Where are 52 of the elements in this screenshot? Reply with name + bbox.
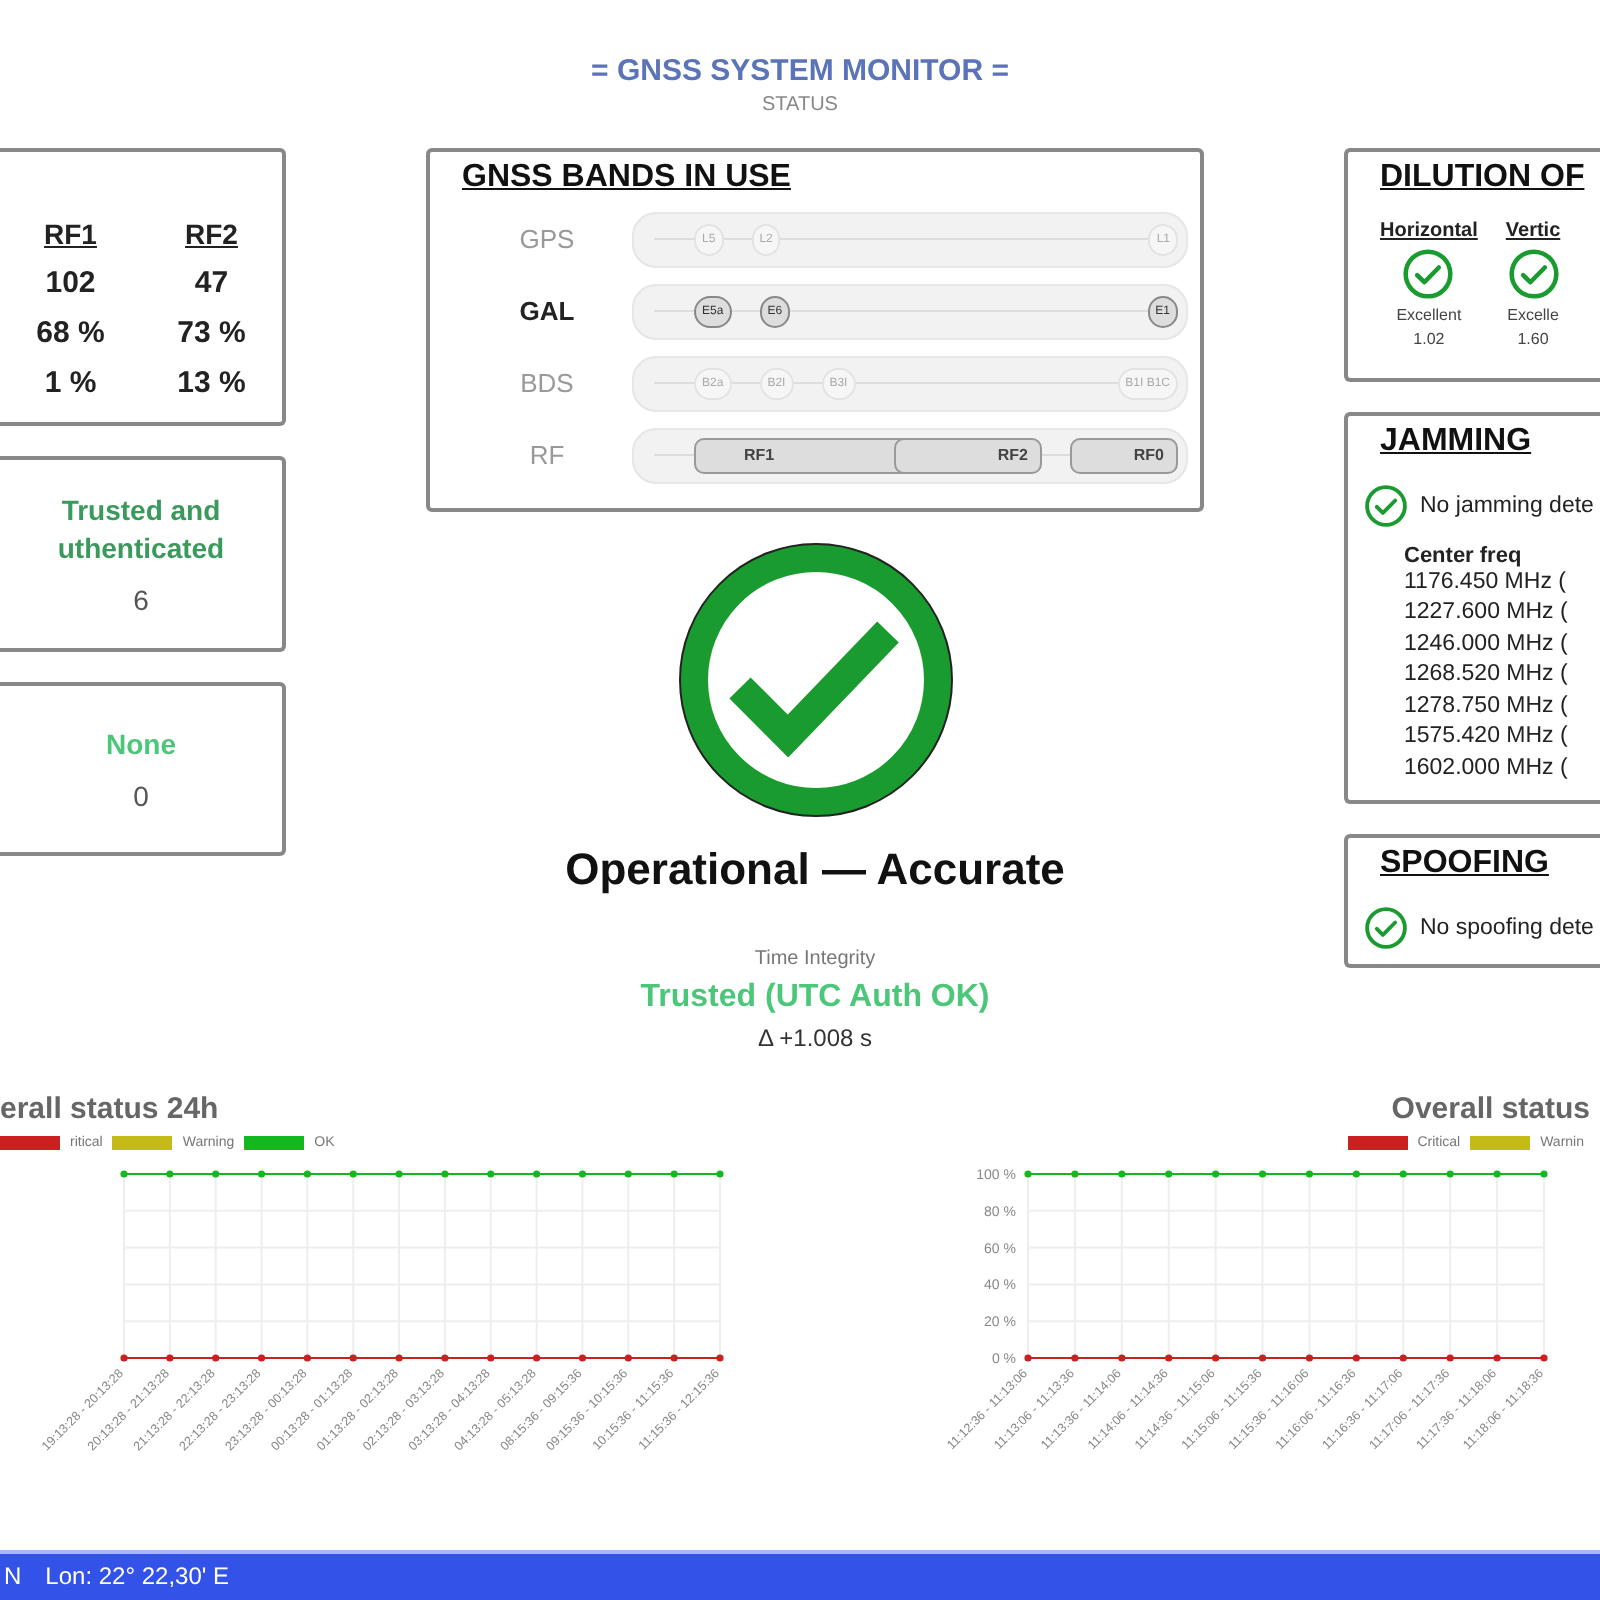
table-cell: 1 % xyxy=(44,365,97,400)
time-integrity-status: Trusted (UTC Auth OK) xyxy=(640,979,990,1016)
page-title: = GNSS SYSTEM MONITOR = xyxy=(591,54,1009,88)
status-bar-text: N xyxy=(4,1562,22,1591)
page-subtitle: STATUS xyxy=(762,94,838,116)
list-heading: Center freq xyxy=(1404,543,1524,568)
frequency-item: 1602.000 MHz ( xyxy=(1404,753,1570,784)
time-delta: Δ +1.008 s xyxy=(757,1023,873,1052)
chart-title: Overall status xyxy=(1391,1092,1590,1127)
band-chip: RF0 xyxy=(1070,437,1178,474)
frequency-item: 1268.520 MHz ( xyxy=(1404,660,1570,691)
band-label: BDS xyxy=(518,368,576,399)
check-circle-icon xyxy=(1364,483,1408,528)
check-circle-icon xyxy=(1507,247,1560,300)
band-chip: RF2 xyxy=(894,437,1042,474)
dop-rating: Excelle xyxy=(1507,305,1559,324)
jamming-message: No jamming dete xyxy=(1420,493,1594,518)
table-cell: 73 % xyxy=(177,315,246,350)
card-title: SPOOFING xyxy=(1380,845,1549,880)
band-label: GAL xyxy=(517,296,577,327)
status-text: None xyxy=(106,725,176,764)
check-circle-icon xyxy=(1402,247,1455,300)
card-title: DILUTION OF xyxy=(1380,159,1585,194)
band-label: GPS xyxy=(517,224,577,255)
status-text: Operational — Accurate xyxy=(565,843,1065,896)
count-text: 6 xyxy=(133,583,149,616)
status-bar-text: Lon: 22° 22,30' E xyxy=(45,1562,229,1591)
status-text: Trusted and uthenticated xyxy=(57,491,225,568)
frequency-item: 1278.750 MHz ( xyxy=(1404,691,1570,722)
dop-label: Horizontal xyxy=(1380,219,1478,242)
dop-value: 1.60 xyxy=(1517,329,1549,348)
dop-label: Vertic xyxy=(1505,219,1561,242)
table-cell: 13 % xyxy=(177,365,246,400)
frequency-item: 1176.450 MHz ( xyxy=(1404,567,1568,598)
time-integrity-label: Time Integrity xyxy=(754,947,876,970)
frequency-item: 1575.420 MHz ( xyxy=(1404,722,1570,753)
table-cell: 47 xyxy=(194,265,229,300)
check-circle-icon xyxy=(1364,905,1408,950)
frequency-item: 1227.600 MHz ( xyxy=(1404,598,1570,629)
spoofing-message: No spoofing dete xyxy=(1420,915,1594,940)
frequency-item: 1246.000 MHz ( xyxy=(1404,629,1570,660)
table-cell: 68 % xyxy=(36,315,105,350)
dop-value: 1.02 xyxy=(1413,329,1445,348)
table-cell: 102 xyxy=(45,265,96,300)
card-title: JAMMING xyxy=(1380,423,1532,458)
band-label: RF xyxy=(527,440,567,471)
chart-title: erall status 24h xyxy=(0,1092,219,1127)
dop-rating: Excellent xyxy=(1396,305,1462,324)
column-header: RF2 xyxy=(185,217,238,250)
card-title: GNSS BANDS IN USE xyxy=(462,159,791,194)
column-header: RF1 xyxy=(44,217,97,250)
count-text: 0 xyxy=(133,779,149,812)
